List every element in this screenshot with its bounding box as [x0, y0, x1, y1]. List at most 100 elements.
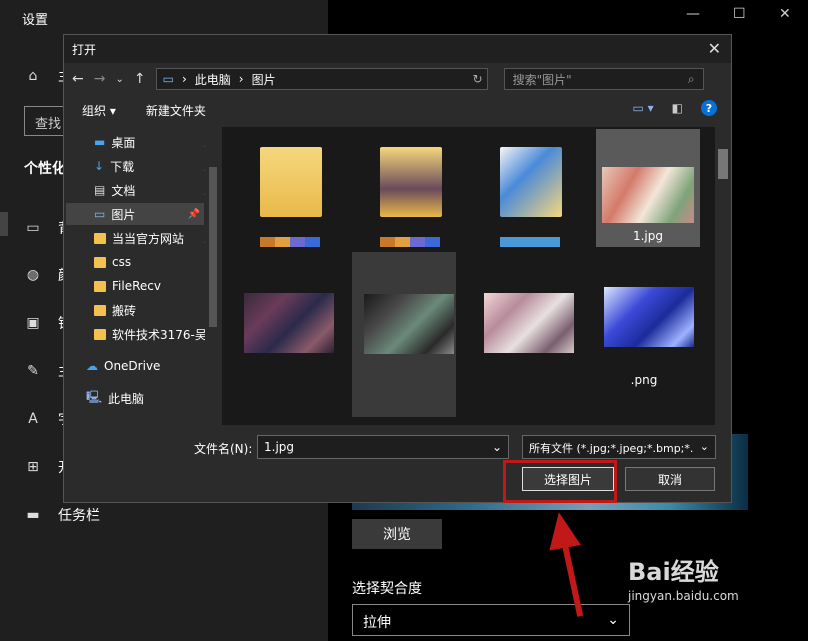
- image-thumbnail: [484, 293, 574, 353]
- new-folder-button[interactable]: 新建文件夹: [146, 102, 206, 119]
- filetype-select[interactable]: 所有文件 (*.jpg;*.jpeg;*.bmp;*. ⌄: [522, 435, 716, 459]
- open-file-dialog: 打开 ✕ ← → ⌄ ↑ ▭ › 此电脑 › 图片 ↻ 搜索"图片" ⌕ 组织 …: [63, 34, 732, 503]
- section-title: 个性化: [24, 161, 66, 177]
- back-icon[interactable]: ←: [72, 71, 84, 87]
- cancel-button[interactable]: 取消: [625, 467, 715, 491]
- lockscreen-icon: ▣: [26, 315, 40, 331]
- tree-item-pictures[interactable]: ▭ 图片 📌: [66, 203, 204, 225]
- image-thumbnail: [604, 287, 694, 347]
- address-bar[interactable]: ▭ › 此电脑 › 图片 ↻: [155, 68, 488, 90]
- close-button[interactable]: ✕: [779, 6, 791, 22]
- image-icon: ▭: [26, 220, 40, 236]
- dialog-title: 打开: [72, 42, 97, 57]
- fit-select[interactable]: 拉伸 ⌄: [352, 604, 630, 636]
- window-edge: [808, 0, 816, 641]
- file-scroll-thumb[interactable]: [718, 149, 728, 179]
- tree-scroll-thumb[interactable]: [209, 167, 217, 327]
- preview-pane-icon[interactable]: ◧: [672, 101, 683, 115]
- folder-icon: [260, 147, 322, 217]
- dialog-close-icon[interactable]: ✕: [708, 39, 721, 58]
- filename-label: 文件名(N):: [194, 442, 253, 456]
- start-icon: ⊞: [27, 459, 39, 475]
- file-item[interactable]: [360, 135, 464, 253]
- chevron-down-icon[interactable]: ⌄: [492, 440, 502, 454]
- file-item[interactable]: [472, 279, 576, 397]
- highlight-box: [503, 460, 617, 503]
- file-item[interactable]: .png: [592, 273, 696, 391]
- image-thumbnail: [364, 294, 454, 354]
- breadcrumb-pictures[interactable]: 图片: [252, 71, 276, 88]
- palette-icon: ◍: [26, 267, 40, 283]
- selection-marker: [0, 212, 8, 236]
- tree-item-downloads[interactable]: ↓下载📌: [94, 155, 220, 177]
- breadcrumb-separator-icon: ›: [181, 72, 187, 86]
- folder-icon: [94, 304, 106, 316]
- folder-icon: [380, 147, 442, 217]
- tree-item-documents[interactable]: ▤文档📌: [94, 179, 220, 201]
- tree-item-software[interactable]: 软件技术3176-吴: [94, 323, 220, 345]
- dialog-footer: 文件名(N): 1.jpg ⌄ 所有文件 (*.jpg;*.jpeg;*.bmp;…: [64, 425, 731, 502]
- pin-icon: 📌: [187, 208, 200, 220]
- baidu-watermark: Bai经验 jingyan.baidu.com: [628, 552, 739, 603]
- breadcrumb-this-pc[interactable]: 此电脑: [195, 71, 231, 88]
- view-options-icon[interactable]: ▭ ▾: [632, 101, 653, 115]
- minimize-button[interactable]: —: [686, 6, 700, 22]
- refresh-icon[interactable]: ↻: [473, 72, 483, 86]
- tree-item-dangdang[interactable]: 当当官方网站📌: [94, 227, 220, 249]
- dialog-body: ▬桌面📌 ↓下载📌 ▤文档📌 ▭图片📌 当当官方网站📌 css FileRecv…: [64, 127, 731, 425]
- chevron-down-icon: ⌄: [607, 612, 619, 628]
- file-preview: [260, 237, 320, 247]
- pictures-location-icon: ▭: [162, 72, 174, 86]
- font-icon: A: [28, 411, 38, 427]
- search-input[interactable]: 搜索"图片" ⌕: [503, 68, 704, 90]
- forward-icon[interactable]: →: [94, 71, 106, 87]
- cloud-icon: ☁: [86, 359, 98, 373]
- dialog-titlebar: 打开 ✕: [64, 35, 731, 63]
- brush-icon: ✎: [27, 363, 39, 379]
- browse-button[interactable]: 浏览: [352, 519, 442, 549]
- file-item[interactable]: [240, 135, 344, 253]
- dialog-toolbar: 组织 ▾ 新建文件夹 ▭ ▾ ◧ ?: [64, 95, 731, 125]
- folder-icon: [94, 256, 106, 268]
- settings-title: 设置: [22, 13, 49, 28]
- tree-item-onedrive[interactable]: ☁ OneDrive: [86, 355, 212, 377]
- folder-icon: [500, 147, 562, 217]
- address-row: ← → ⌄ ↑ ▭ › 此电脑 › 图片 ↻ 搜索"图片" ⌕: [64, 63, 731, 95]
- image-thumbnail: [602, 167, 694, 223]
- maximize-button[interactable]: ☐: [733, 6, 746, 22]
- image-thumbnail: [244, 293, 334, 353]
- fit-label: 选择契合度: [352, 581, 422, 597]
- nav-taskbar[interactable]: ▬ 任务栏: [24, 505, 100, 525]
- download-icon: ↓: [94, 159, 105, 173]
- folder-icon: [94, 232, 106, 244]
- up-icon[interactable]: ↑: [134, 71, 146, 87]
- home-icon: ⌂: [28, 68, 38, 84]
- folder-icon: [94, 328, 106, 340]
- chevron-down-icon: ⌄: [699, 440, 709, 453]
- file-preview: [500, 237, 560, 247]
- tree-item-this-pc[interactable]: 🖳 此电脑: [86, 387, 212, 409]
- history-chevron-icon[interactable]: ⌄: [115, 74, 123, 85]
- file-preview: [380, 237, 440, 247]
- file-item[interactable]: [352, 252, 456, 417]
- document-icon: ▤: [94, 183, 106, 197]
- navigation-pane: ▬桌面📌 ↓下载📌 ▤文档📌 ▭图片📌 当当官方网站📌 css FileRecv…: [64, 127, 222, 425]
- filename-input[interactable]: 1.jpg ⌄: [257, 435, 509, 459]
- help-icon[interactable]: ?: [701, 100, 717, 116]
- pictures-icon: ▭: [94, 207, 106, 221]
- file-list: 1.jpg .png: [222, 127, 715, 425]
- tree-item-banzhuan[interactable]: 搬砖: [94, 299, 220, 321]
- file-item[interactable]: [232, 279, 336, 397]
- watermark-url: jingyan.baidu.com: [628, 589, 739, 603]
- tree-item-filerecv[interactable]: FileRecv: [94, 275, 220, 297]
- search-icon: ⌕: [687, 71, 695, 86]
- tree-item-desktop[interactable]: ▬桌面📌: [94, 131, 220, 153]
- file-item[interactable]: [480, 135, 584, 253]
- desktop-icon: ▬: [94, 135, 106, 149]
- file-item-selected[interactable]: 1.jpg: [596, 129, 700, 247]
- organize-button[interactable]: 组织 ▾: [82, 102, 116, 119]
- tree-item-css[interactable]: css: [94, 251, 220, 273]
- taskbar-icon: ▬: [26, 507, 40, 523]
- computer-icon: 🖳: [86, 389, 103, 404]
- watermark-logo: Bai经验: [628, 558, 719, 586]
